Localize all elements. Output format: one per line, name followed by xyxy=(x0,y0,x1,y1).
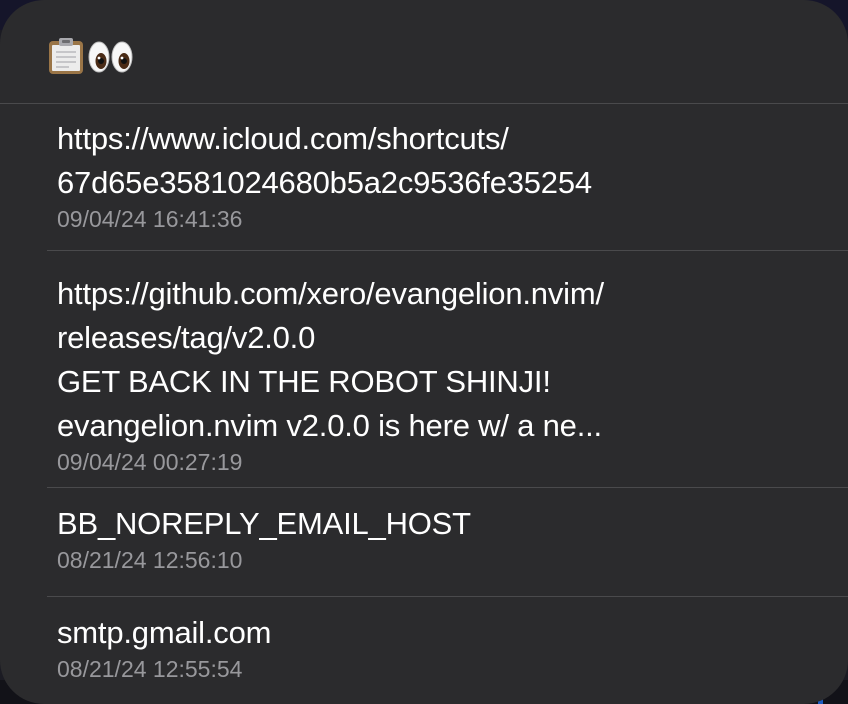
clipboard-item[interactable]: https://github.com/xero/evangelion.nvim/… xyxy=(57,272,837,477)
clipboard-item-text: https://www.icloud.com/shortcuts/ 67d65e… xyxy=(57,121,592,200)
divider xyxy=(47,487,848,488)
clipboard-item-text: BB_NOREPLY_EMAIL_HOST xyxy=(57,506,471,541)
clipboard-item-timestamp: 09/04/24 00:27:19 xyxy=(57,449,243,475)
clipboard-item-timestamp: 09/04/24 16:41:36 xyxy=(57,206,243,232)
clipboard-item-text: https://github.com/xero/evangelion.nvim/… xyxy=(57,276,604,443)
eyes-icon xyxy=(88,41,133,73)
clipboard-item-timestamp: 08/21/24 12:56:10 xyxy=(57,547,243,573)
clipboard-item[interactable]: smtp.gmail.com 08/21/24 12:55:54 xyxy=(57,611,837,684)
clipboard-item[interactable]: https://www.icloud.com/shortcuts/ 67d65e… xyxy=(57,117,837,234)
panel-header xyxy=(0,0,848,104)
divider xyxy=(47,596,848,597)
clipboard-item-text: smtp.gmail.com xyxy=(57,615,272,650)
clipboard-item-timestamp: 08/21/24 12:55:54 xyxy=(57,656,243,682)
clipboard-item[interactable]: BB_NOREPLY_EMAIL_HOST 08/21/24 12:56:10 xyxy=(57,502,837,575)
clipboard-history-panel: https://www.icloud.com/shortcuts/ 67d65e… xyxy=(0,0,848,704)
divider xyxy=(47,250,848,251)
clipboard-icon xyxy=(49,38,83,74)
